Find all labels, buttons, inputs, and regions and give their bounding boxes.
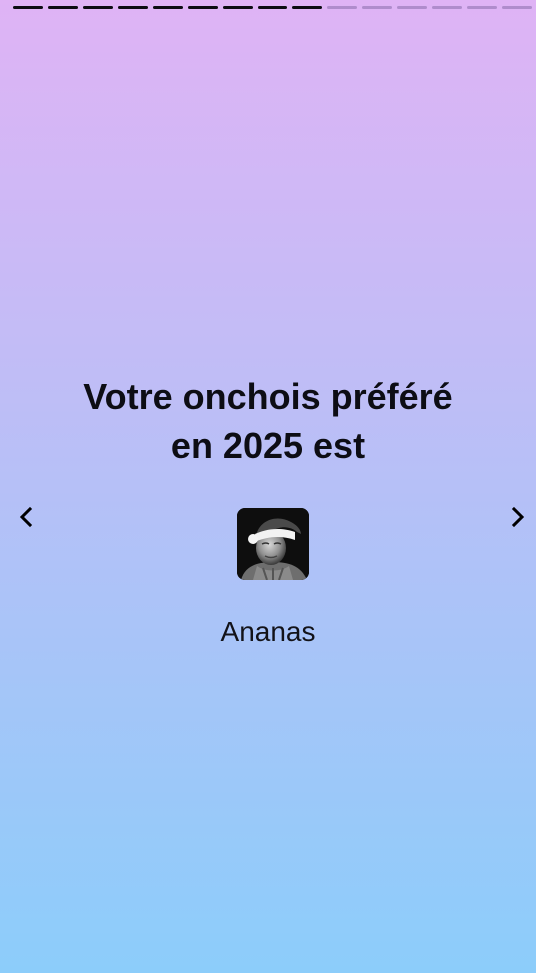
profile-photo (237, 508, 309, 580)
progress-segment (47, 6, 78, 9)
progress-segment (222, 6, 253, 9)
story-title: Votre onchois préféré en 2025 est (0, 372, 536, 470)
chevron-left-icon (19, 506, 33, 528)
story-title-line-2: en 2025 est (170, 425, 366, 466)
progress-segment (502, 6, 532, 9)
winner-name: Ananas (220, 616, 316, 647)
progress-segment (82, 6, 113, 9)
progress-segment (257, 6, 288, 9)
progress-segment (117, 6, 148, 9)
next-button[interactable] (505, 504, 531, 530)
progress-segment (397, 6, 428, 9)
story-progress-bar (13, 6, 532, 9)
progress-segment (432, 6, 463, 9)
progress-segment (152, 6, 183, 9)
avatar (237, 508, 309, 580)
progress-segment (467, 6, 498, 9)
previous-button[interactable] (14, 504, 40, 530)
progress-segment (362, 6, 393, 9)
progress-segment (13, 6, 43, 9)
story-title-line-1: Votre onchois préféré (83, 376, 453, 417)
chevron-right-icon (511, 506, 525, 528)
progress-segment (327, 6, 358, 9)
progress-segment (292, 6, 323, 9)
progress-segment (187, 6, 218, 9)
